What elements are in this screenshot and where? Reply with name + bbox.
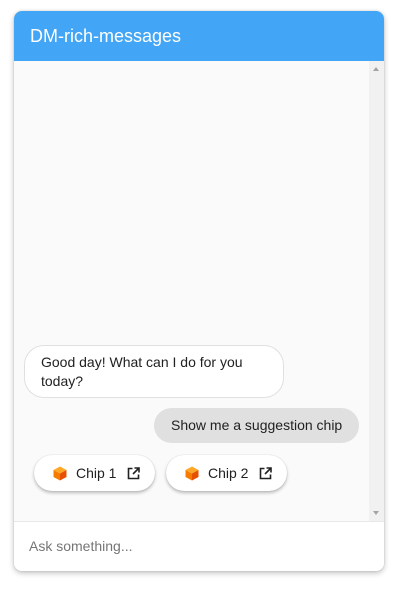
user-message-bubble: Show me a suggestion chip — [154, 408, 359, 443]
chat-title: DM-rich-messages — [14, 11, 384, 61]
input-bar — [14, 521, 384, 571]
orange-cube-icon — [53, 466, 67, 480]
chip-label: Chip 2 — [208, 465, 249, 481]
message-input[interactable] — [14, 522, 369, 570]
chip-label: Chip 1 — [76, 465, 117, 481]
suggestion-chip-2[interactable]: Chip 2 — [166, 455, 287, 491]
message-list-scrollbar[interactable] — [369, 61, 384, 521]
chat-window: DM-rich-messages Good day! What can I do… — [14, 11, 384, 571]
bot-message-bubble: Good day! What can I do for you today? — [24, 345, 284, 398]
scroll-down-icon[interactable] — [373, 511, 379, 515]
orange-cube-icon — [185, 466, 199, 480]
external-link-icon — [128, 466, 141, 479]
suggestion-chip-1[interactable]: Chip 1 — [34, 455, 155, 491]
external-link-icon — [260, 466, 273, 479]
scroll-up-icon[interactable] — [373, 67, 379, 71]
message-list: Good day! What can I do for you today? S… — [14, 61, 384, 521]
